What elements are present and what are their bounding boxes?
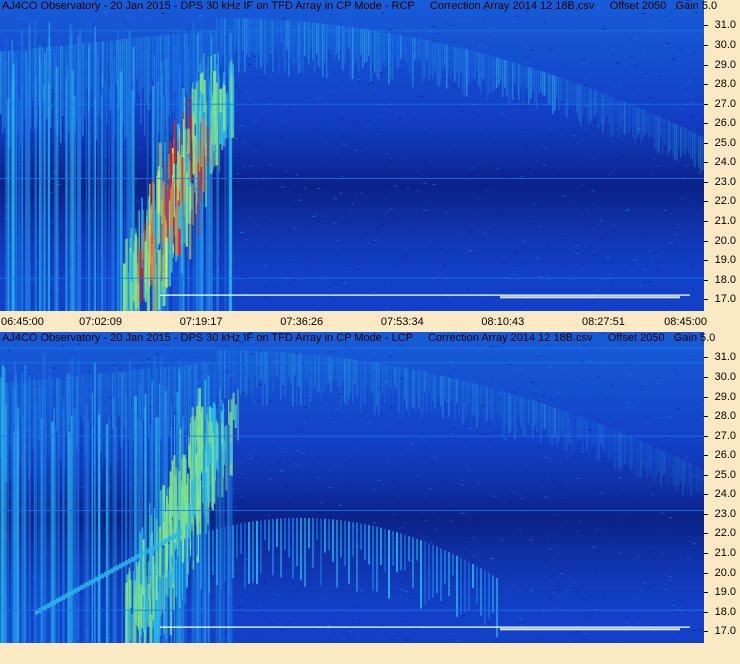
y-tick-mark: [704, 25, 708, 27]
y-tick-mark: [704, 396, 708, 398]
x-tick-label: 07:02:09: [79, 316, 122, 328]
y-tick-mark: [704, 64, 708, 66]
y-tick-mark: [704, 513, 708, 515]
y-tick-label: 27.0: [714, 97, 736, 110]
y-tick-label: 28.0: [714, 410, 736, 423]
lcp-time-axis-blank: [0, 643, 740, 664]
y-tick-mark: [704, 221, 708, 223]
x-tick-label: 08:27:51: [582, 316, 625, 328]
y-tick-label: 17.0: [714, 625, 736, 638]
y-tick-label: 28.0: [714, 78, 736, 91]
y-tick-label: 19.0: [714, 586, 736, 599]
rcp-frequency-axis: 31.0 30.0 29.0 28.0 27.0 26.0 25.0 24.0 23.0 22.0…: [704, 0, 740, 311]
y-tick-label: 30.0: [714, 370, 736, 383]
lcp-panel: AJ4CO Observatory - 20 Jan 2015 - DPS 30…: [0, 332, 740, 664]
lcp-title: AJ4CO Observatory - 20 Jan 2015 - DPS 30…: [2, 332, 716, 344]
rcp-spectrogram-image: [0, 0, 704, 311]
y-tick-mark: [704, 416, 708, 418]
y-tick-mark: [704, 240, 708, 242]
y-tick-label: 29.0: [714, 58, 736, 71]
rcp-spectrogram: [0, 0, 704, 311]
y-tick-mark: [704, 592, 708, 594]
y-tick-label: 19.0: [714, 254, 736, 267]
lcp-spectrogram-image: [0, 332, 704, 643]
y-tick-label: 18.0: [714, 605, 736, 618]
y-tick-label: 29.0: [714, 390, 736, 403]
y-tick-label: 18.0: [714, 273, 736, 286]
x-tick-label: 07:36:26: [280, 316, 324, 328]
y-tick-label: 21.0: [714, 215, 736, 228]
y-tick-mark: [704, 44, 708, 46]
y-tick-mark: [704, 181, 708, 183]
y-tick-mark: [704, 611, 708, 613]
y-tick-label: 24.0: [714, 156, 736, 169]
y-tick-mark: [704, 494, 708, 496]
y-tick-label: 20.0: [714, 234, 736, 247]
y-tick-mark: [704, 376, 708, 378]
y-tick-label: 24.0: [714, 488, 736, 501]
y-tick-label: 17.0: [714, 293, 736, 306]
y-tick-label: 21.0: [714, 547, 736, 560]
y-tick-label: 26.0: [714, 449, 736, 462]
y-tick-mark: [704, 162, 708, 164]
y-tick-mark: [704, 455, 708, 457]
lcp-spectrogram: [0, 332, 704, 643]
y-tick-mark: [704, 84, 708, 86]
y-tick-label: 20.0: [714, 566, 736, 579]
x-tick-label: 07:19:17: [179, 316, 223, 328]
y-tick-label: 31.0: [714, 351, 736, 364]
x-tick-label: 08:45:00: [664, 316, 707, 328]
y-tick-mark: [704, 123, 708, 125]
y-tick-label: 23.0: [714, 507, 736, 520]
y-tick-mark: [704, 533, 708, 535]
y-tick-mark: [704, 299, 708, 301]
rcp-panel: AJ4CO Observatory - 20 Jan 2015 - DPS 30…: [0, 0, 740, 332]
x-tick-label: 07:53:34: [380, 316, 424, 328]
y-tick-mark: [704, 631, 708, 633]
time-axis: 06:45:00 07:02:09 07:19:17 07:36:26 07:53:34…: [0, 311, 740, 332]
y-tick-mark: [704, 553, 708, 555]
y-tick-label: 25.0: [714, 468, 736, 481]
y-tick-mark: [704, 103, 708, 105]
y-tick-mark: [704, 142, 708, 144]
y-tick-mark: [704, 260, 708, 262]
y-tick-label: 27.0: [714, 429, 736, 442]
y-tick-mark: [704, 474, 708, 476]
y-tick-label: 30.0: [714, 38, 736, 51]
y-tick-mark: [704, 435, 708, 437]
y-tick-mark: [704, 201, 708, 203]
y-tick-label: 31.0: [714, 19, 736, 32]
x-tick-label: 06:45:00: [1, 316, 44, 328]
x-tick-label: 08:10:43: [481, 316, 525, 328]
y-tick-label: 25.0: [714, 136, 736, 149]
y-tick-label: 22.0: [714, 195, 736, 208]
rcp-title: AJ4CO Observatory - 20 Jan 2015 - DPS 30…: [2, 0, 718, 12]
lcp-frequency-axis: 31.0 30.0 29.0 28.0 27.0 26.0 25.0 24.0 23.0 22.0…: [704, 332, 740, 643]
y-tick-mark: [704, 279, 708, 281]
y-tick-label: 23.0: [714, 175, 736, 188]
y-tick-label: 22.0: [714, 527, 736, 540]
y-tick-label: 26.0: [714, 117, 736, 130]
y-tick-mark: [704, 357, 708, 359]
y-tick-mark: [704, 572, 708, 574]
